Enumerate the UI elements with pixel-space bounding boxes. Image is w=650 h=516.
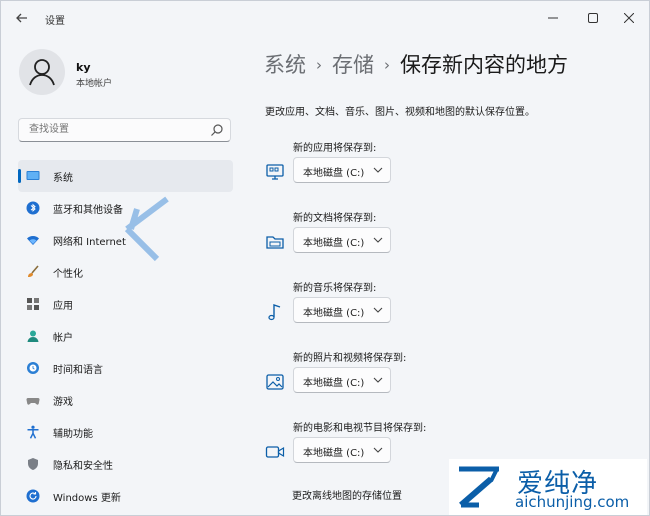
settings-window: 设置 ky 本地帐户 系统 蓝牙和其他设 — [0, 0, 650, 516]
video-icon — [265, 446, 285, 458]
page-description: 更改应用、文档、音乐、图片、视频和地图的默认保存位置。 — [265, 107, 535, 118]
chevron-down-icon — [373, 237, 383, 243]
sidebar-item-windows-update[interactable]: Windows 更新 — [18, 480, 233, 512]
brush-icon — [28, 265, 39, 277]
user-name: ky — [76, 61, 91, 74]
avatar — [19, 49, 65, 95]
person-avatar-icon — [29, 59, 55, 86]
globe-clock-icon — [27, 362, 39, 374]
sidebar-item-label: 辅助功能 — [53, 429, 93, 440]
image-icon — [266, 374, 284, 390]
chevron-down-icon — [373, 377, 383, 383]
sidebar-item-label: Windows 更新 — [53, 493, 121, 504]
selected-drive: 本地磁盘 (C:) — [303, 378, 365, 389]
gamepad-icon — [26, 397, 40, 405]
shield-icon — [28, 458, 38, 470]
drive-dropdown[interactable]: 本地磁盘 (C:) — [293, 437, 391, 463]
sidebar-item-privacy[interactable]: 隐私和安全性 — [18, 448, 233, 480]
monitor-icon — [26, 171, 40, 180]
apps-icon — [27, 298, 39, 310]
drive-dropdown[interactable]: 本地磁盘 (C:) — [293, 227, 391, 253]
sidebar-item-label: 系统 — [53, 173, 73, 184]
breadcrumb: 系统 › 存储 › 保存新内容的地方 — [264, 49, 568, 79]
sidebar-item-accessibility[interactable]: 辅助功能 — [18, 416, 233, 448]
maximize-icon — [588, 13, 598, 23]
breadcrumb-storage[interactable]: 存储 — [332, 53, 374, 77]
maximize-button[interactable] — [575, 7, 611, 29]
group-label: 新的照片和视频将保存到: — [293, 353, 407, 364]
page-title: 保存新内容的地方 — [400, 53, 568, 77]
sidebar-item-label: 时间和语言 — [53, 365, 103, 376]
drive-dropdown[interactable]: 本地磁盘 (C:) — [293, 297, 391, 323]
sidebar-item-label: 游戏 — [53, 397, 73, 408]
watermark-badge: 爱纯净 aichunjing.com — [449, 459, 647, 515]
group-label: 新的应用将保存到: — [293, 143, 377, 154]
group-label: 新的电影和电视节目将保存到: — [293, 423, 427, 434]
sidebar-item-apps[interactable]: 应用 — [18, 288, 233, 320]
update-icon — [26, 489, 40, 503]
accessibility-icon — [27, 425, 39, 439]
sidebar-item-gaming[interactable]: 游戏 — [18, 384, 233, 416]
wifi-icon — [27, 236, 39, 245]
back-arrow-icon[interactable] — [15, 11, 31, 27]
music-note-icon — [268, 304, 281, 321]
breadcrumb-separator: › — [384, 56, 390, 74]
sidebar-item-label: 蓝牙和其他设备 — [53, 205, 123, 216]
sidebar-item-label: 帐户 — [53, 333, 73, 344]
selected-drive: 本地磁盘 (C:) — [303, 168, 365, 179]
sidebar-item-time-language[interactable]: 时间和语言 — [18, 352, 233, 384]
watermark-site: aichunjing.com — [515, 493, 630, 511]
sidebar-item-label: 隐私和安全性 — [53, 461, 113, 472]
sidebar-item-label: 应用 — [53, 301, 73, 312]
title-bar: 设置 — [1, 1, 649, 37]
chevron-down-icon — [373, 307, 383, 313]
drive-dropdown[interactable]: 本地磁盘 (C:) — [293, 157, 391, 183]
group-label: 新的音乐将保存到: — [293, 283, 377, 294]
close-icon — [624, 13, 634, 23]
bluetooth-icon — [26, 201, 40, 215]
breadcrumb-separator: › — [316, 56, 322, 74]
minimize-icon — [548, 17, 558, 19]
folder-icon — [266, 236, 284, 249]
account-type: 本地帐户 — [76, 79, 113, 89]
window-title: 设置 — [45, 16, 65, 27]
watermark-logo-icon — [124, 196, 169, 262]
offline-maps-link[interactable]: 更改离线地图的存储位置 — [292, 487, 402, 502]
selected-drive: 本地磁盘 (C:) — [303, 448, 365, 459]
app-window-icon — [266, 164, 284, 180]
chevron-down-icon — [373, 167, 383, 173]
brand-logo-icon — [459, 466, 499, 508]
sidebar-item-label: 个性化 — [53, 269, 83, 280]
selected-drive: 本地磁盘 (C:) — [303, 308, 365, 319]
active-indicator — [18, 169, 21, 183]
sidebar-item-accounts[interactable]: 帐户 — [18, 320, 233, 352]
sidebar-item-label: 网络和 Internet — [53, 237, 126, 248]
drive-dropdown[interactable]: 本地磁盘 (C:) — [293, 367, 391, 393]
close-button[interactable] — [611, 7, 647, 29]
person-icon — [27, 330, 39, 342]
chevron-down-icon — [373, 447, 383, 453]
minimize-button[interactable] — [535, 7, 571, 29]
breadcrumb-system[interactable]: 系统 — [264, 53, 306, 77]
group-label: 新的文档将保存到: — [293, 213, 377, 224]
selected-drive: 本地磁盘 (C:) — [303, 238, 365, 249]
